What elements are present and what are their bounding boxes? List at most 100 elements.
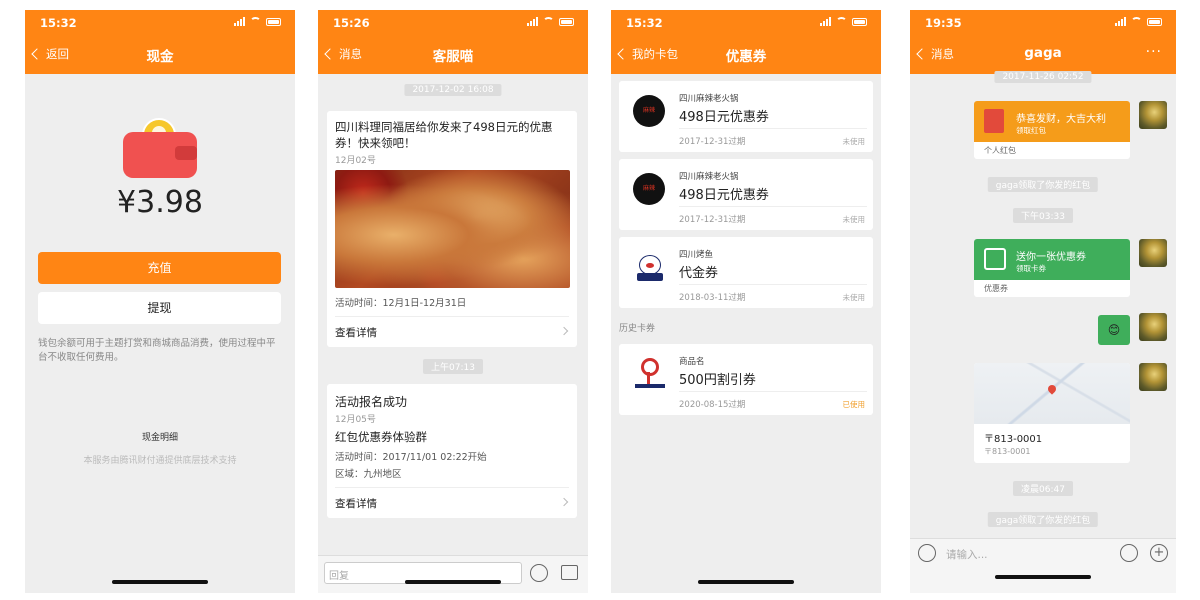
system-notice: gaga领取了你发的红包 xyxy=(987,177,1099,192)
status-time: 15:32 xyxy=(40,16,77,30)
chevron-right-icon xyxy=(559,326,569,336)
coupon-item[interactable]: 麻辣 四川麻辣老火锅 498日元优惠券 2017-12-31过期 未使用 xyxy=(619,159,873,230)
system-notice: gaga领取了你发的红包 xyxy=(987,512,1099,527)
status-bar: 15:32 xyxy=(25,10,295,34)
page-title: gaga xyxy=(1024,45,1062,61)
coupon-item[interactable]: 麻辣 四川麻辣老火锅 498日元优惠券 2017-12-31过期 未使用 xyxy=(619,81,873,152)
coupon-name: 498日元优惠券 xyxy=(679,188,769,203)
withdraw-button[interactable]: 提现 xyxy=(38,292,281,324)
voice-icon[interactable] xyxy=(918,544,936,562)
red-packet-message[interactable]: 恭喜发财，大吉大利 领取红包 个人红包 xyxy=(974,101,1130,159)
home-indicator xyxy=(405,580,501,584)
cash-detail-link[interactable]: 现金明细 xyxy=(25,430,295,443)
history-label: 历史卡券 xyxy=(619,324,656,334)
emoji-message[interactable]: 😊 xyxy=(1098,315,1130,345)
coupon-message[interactable]: 送你一张优惠券 领取卡券 优惠券 xyxy=(974,239,1130,297)
chevron-right-icon xyxy=(559,497,569,507)
coupon-name: 498日元优惠券 xyxy=(679,110,769,125)
coupon-name: 代金券 xyxy=(679,266,719,281)
nav-bar: 消息 客服喵 xyxy=(318,34,588,74)
status-icons xyxy=(527,17,574,26)
coupon-item[interactable]: 四川烤鱼 代金券 2018-03-11过期 未使用 xyxy=(619,237,873,308)
phone-chat: 19:35 消息 gaga ··· 2017-11-26 02:52 恭喜发财，… xyxy=(910,10,1176,593)
status-time: 15:32 xyxy=(626,16,663,30)
timestamp: 凌晨06:47 xyxy=(1013,481,1073,496)
home-indicator xyxy=(995,575,1091,579)
status-bar: 15:32 xyxy=(611,10,881,34)
battery-icon xyxy=(266,17,281,26)
status-time: 19:35 xyxy=(925,16,962,30)
emoji-icon[interactable] xyxy=(530,564,548,582)
coupon-msg-title: 送你一张优惠券 xyxy=(1016,252,1086,263)
expiry-date: 2018-03-11过期 xyxy=(679,293,746,303)
status-time: 15:26 xyxy=(333,16,370,30)
battery-icon xyxy=(1147,17,1162,26)
view-details-link[interactable]: 查看详情 xyxy=(335,496,377,511)
shop-name: 四川麻辣老火锅 xyxy=(679,172,739,182)
coupon-status: 未使用 xyxy=(842,137,866,146)
view-details-link[interactable]: 查看详情 xyxy=(335,325,377,340)
status-bar: 19:35 xyxy=(910,10,1176,34)
shop-name: 四川麻辣老火锅 xyxy=(679,94,739,104)
logo-text: 麻辣 xyxy=(642,107,655,114)
red-packet-icon xyxy=(984,109,1004,133)
expiry-date: 2017-12-31过期 xyxy=(679,215,746,225)
card-title: 四川料理同福居给你发来了498日元的优惠券！快来领吧！ xyxy=(335,120,553,150)
coupon-name: 500円割引券 xyxy=(679,373,756,388)
expiry-date: 2020-08-15过期 xyxy=(679,400,746,410)
card-title: 活动报名成功 xyxy=(335,395,408,409)
card-subtitle: 红包优惠券体验群 xyxy=(335,430,427,444)
goods-logo xyxy=(635,358,665,388)
input-bar: 回复 xyxy=(318,555,588,593)
activity-area: 区域：九州地区 xyxy=(335,469,402,480)
timestamp: 上午07:13 xyxy=(423,359,483,374)
balance-amount: ¥3.98 xyxy=(117,185,203,220)
location-message[interactable]: 〒813-0001 〒813-0001 xyxy=(974,363,1130,463)
status-icons xyxy=(234,17,281,26)
card-date: 12月05号 xyxy=(335,415,376,425)
status-bar: 15:26 xyxy=(318,10,588,34)
food-photo xyxy=(335,170,570,288)
history-coupon-item[interactable]: 商品名 500円割引券 2020-08-15过期 已使用 xyxy=(619,344,873,415)
image-icon[interactable] xyxy=(561,565,578,580)
red-packet-footer: 个人红包 xyxy=(984,146,1016,155)
phone-service-chat: 15:26 消息 客服喵 2017-12-02 16:08 四川料理同福居给你发… xyxy=(318,10,588,593)
ticket-icon xyxy=(984,248,1006,270)
input-bar: 请输入... + xyxy=(910,538,1176,593)
add-icon[interactable]: + xyxy=(1150,544,1168,562)
card-date: 12月02号 xyxy=(335,156,376,166)
wifi-icon xyxy=(1131,17,1142,26)
service-footer: 本服务由腾讯财付通提供底层技术支持 xyxy=(83,456,237,466)
recharge-button[interactable]: 充值 xyxy=(38,252,281,284)
cat-logo xyxy=(635,251,665,281)
coupon-status: 未使用 xyxy=(842,215,866,224)
shop-name: 商品名 xyxy=(679,357,705,367)
red-packet-sub: 领取红包 xyxy=(1016,126,1046,135)
timestamp: 2017-11-26 02:52 xyxy=(994,71,1092,83)
hotpot-logo: 麻辣 xyxy=(633,173,665,205)
promo-card[interactable]: 四川料理同福居给你发来了498日元的优惠券！快来领吧！ 12月02号 活动时间：… xyxy=(327,111,577,347)
location-title: 〒813-0001 xyxy=(984,434,1043,445)
signup-card[interactable]: 活动报名成功 12月05号 红包优惠券体验群 活动时间：2017/11/01 0… xyxy=(327,384,577,518)
status-icons xyxy=(820,17,867,26)
hotpot-logo: 麻辣 xyxy=(633,95,665,127)
coupon-status: 已使用 xyxy=(842,400,866,409)
nav-bar: 返回 现金 xyxy=(25,34,295,74)
avatar[interactable] xyxy=(1139,101,1167,129)
nav-bar: 消息 gaga ··· xyxy=(910,34,1176,74)
battery-icon xyxy=(559,17,574,26)
shop-name: 四川烤鱼 xyxy=(679,250,714,260)
emoji-icon[interactable] xyxy=(1120,544,1138,562)
page-title: 客服喵 xyxy=(432,49,474,65)
page-title: 优惠券 xyxy=(725,49,767,65)
message-input[interactable]: 请输入... xyxy=(946,547,988,562)
avatar[interactable] xyxy=(1139,363,1167,391)
home-indicator xyxy=(698,580,794,584)
phone-coupons: 15:32 我的卡包 优惠券 麻辣 四川麻辣老火锅 498日元优惠券 2017-… xyxy=(611,10,881,593)
more-button[interactable]: ··· xyxy=(1146,44,1162,60)
avatar[interactable] xyxy=(1139,313,1167,341)
timestamp: 下午03:33 xyxy=(1013,208,1073,223)
wifi-icon xyxy=(543,17,554,26)
emoji-glyph: 😊 xyxy=(1107,323,1121,337)
avatar[interactable] xyxy=(1139,239,1167,267)
